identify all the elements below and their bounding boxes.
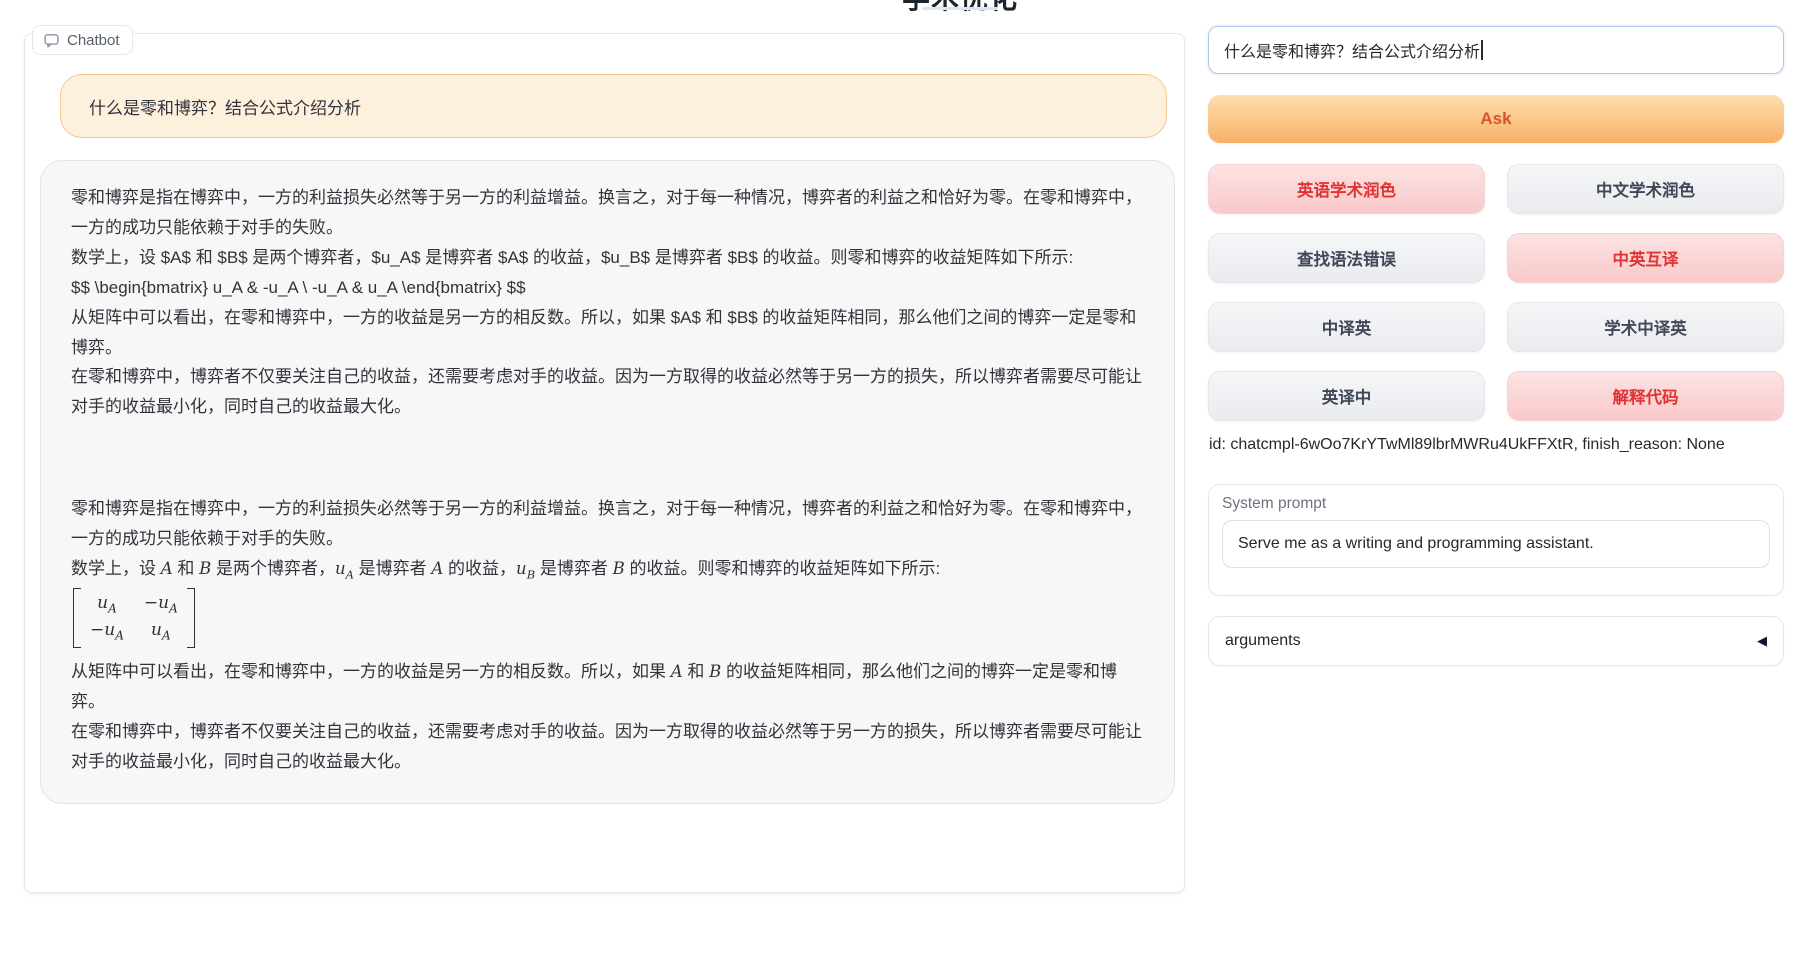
system-prompt-label: System prompt: [1222, 495, 1770, 513]
inline-math: A: [161, 559, 173, 578]
bot-message: 零和博弈是指在博弈中，一方的利益损失必然等于另一方的利益增益。换言之，对于每一种…: [40, 160, 1175, 804]
quick-action-button[interactable]: 中英互译: [1507, 233, 1784, 283]
bot-message-rendered-part: 零和博弈是指在博弈中，一方的利益损失必然等于另一方的利益增益。换言之，对于每一种…: [71, 494, 1144, 777]
question-input[interactable]: 什么是零和博弈？结合公式介绍分析: [1208, 26, 1784, 74]
bot-paragraph: 在零和博弈中，博弈者不仅要关注自己的收益，还需要考虑对手的收益。因为一方取得的收…: [71, 717, 1144, 777]
system-prompt-input[interactable]: Serve me as a writing and programming as…: [1222, 520, 1770, 568]
title-underline-decoration: [922, 7, 998, 10]
inline-math: B: [613, 559, 625, 578]
inline-math: uB: [516, 559, 535, 578]
chatbot-panel: Chatbot 什么是零和博弈？结合公式介绍分析 零和博弈是指在博弈中，一方的利…: [24, 33, 1185, 893]
text-cursor: [1481, 40, 1483, 60]
rendered-matrix: uA−uA−uAuA: [73, 588, 195, 648]
quick-action-grid: 英语学术润色中文学术润色查找语法错误中英互译中译英学术中译英英译中解释代码: [1208, 164, 1784, 421]
inline-math: A: [431, 559, 443, 578]
bot-paragraph: 数学上，设 A 和 B 是两个博弈者，uA 是博弈者 A 的收益，uB 是博弈者…: [71, 554, 1144, 585]
system-prompt-value: Serve me as a writing and programming as…: [1238, 535, 1594, 553]
bot-paragraph: 零和博弈是指在博弈中，一方的利益损失必然等于另一方的利益增益。换言之，对于每一种…: [71, 494, 1144, 554]
bot-paragraph: 数学上，设 $A$ 和 $B$ 是两个博弈者，$u_A$ 是博弈者 $A$ 的收…: [71, 243, 1144, 273]
quick-action-button[interactable]: 英语学术润色: [1208, 164, 1485, 214]
chatbot-label: Chatbot: [32, 25, 133, 55]
inline-math: B: [199, 559, 211, 578]
bot-paragraph: 在零和博弈中，博弈者不仅要关注自己的收益，还需要考虑对手的收益。因为一方取得的收…: [71, 362, 1144, 422]
quick-action-button[interactable]: 学术中译英: [1507, 302, 1784, 352]
chat-bubble-icon: [43, 32, 60, 49]
quick-action-button[interactable]: 中译英: [1208, 302, 1485, 352]
collapse-triangle-icon: ◀: [1757, 633, 1767, 649]
bot-message-part-gap: [71, 422, 1144, 494]
bot-paragraph: $$ \begin{bmatrix} u_A & -u_A \ -u_A & u…: [71, 273, 1144, 303]
quick-action-button[interactable]: 查找语法错误: [1208, 233, 1485, 283]
ask-button[interactable]: Ask: [1208, 95, 1784, 143]
user-message: 什么是零和博弈？结合公式介绍分析: [60, 74, 1167, 138]
bot-paragraph: 零和博弈是指在博弈中，一方的利益损失必然等于另一方的利益增益。换言之，对于每一种…: [71, 183, 1144, 243]
bot-paragraph: 从矩阵中可以看出，在零和博弈中，一方的收益是另一方的相反数。所以，如果 A 和 …: [71, 657, 1144, 717]
arguments-accordion[interactable]: arguments ◀: [1208, 616, 1784, 666]
ask-button-label: Ask: [1480, 109, 1511, 129]
quick-action-button[interactable]: 中文学术润色: [1507, 164, 1784, 214]
quick-action-button[interactable]: 英译中: [1208, 371, 1485, 421]
system-prompt-group: System prompt Serve me as a writing and …: [1208, 484, 1784, 596]
response-status-text: id: chatcmpl-6wOo7KrYTwMl89lbrMWRu4UkFFX…: [1209, 436, 1725, 454]
inline-math: uA: [335, 559, 354, 578]
bot-paragraph: uA−uA−uAuA: [71, 585, 1144, 658]
quick-action-button[interactable]: 解释代码: [1507, 371, 1784, 421]
bot-paragraph: 从矩阵中可以看出，在零和博弈中，一方的收益是另一方的相反数。所以，如果 $A$ …: [71, 303, 1144, 363]
inline-math: A: [671, 662, 683, 681]
arguments-accordion-label: arguments: [1225, 632, 1301, 650]
inline-math: B: [709, 662, 721, 681]
bot-message-raw-part: 零和博弈是指在博弈中，一方的利益损失必然等于另一方的利益增益。换言之，对于每一种…: [71, 183, 1144, 422]
chatbot-label-text: Chatbot: [67, 32, 120, 49]
question-input-value: 什么是零和博弈？结合公式介绍分析: [1224, 38, 1480, 62]
user-message-text: 什么是零和博弈？结合公式介绍分析: [89, 94, 361, 119]
